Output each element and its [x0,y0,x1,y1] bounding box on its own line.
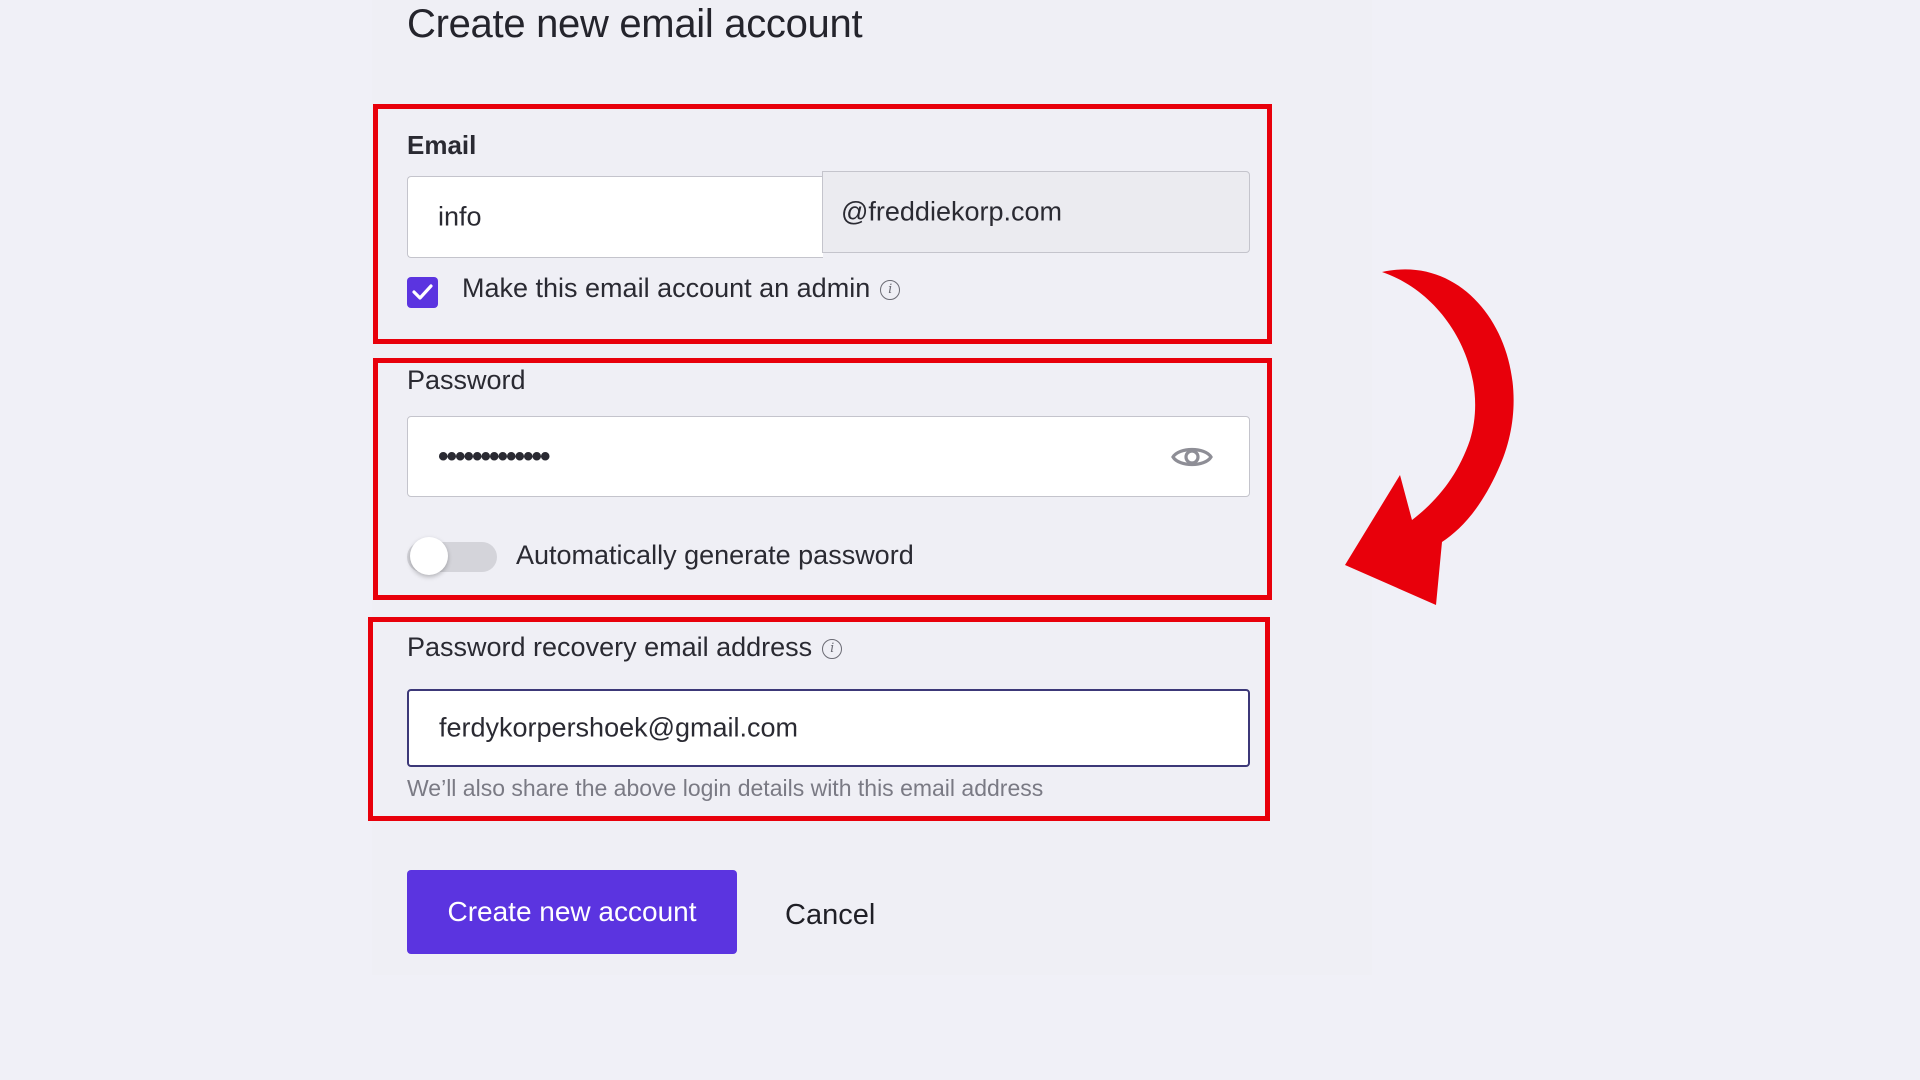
email-domain-value: @freddiekorp.com [841,196,1062,227]
recovery-email-value: ferdykorpershoek@gmail.com [439,712,799,743]
cancel-button[interactable]: Cancel [770,880,890,950]
recovery-label-row: Password recovery email address i [407,632,843,663]
curved-arrow-icon [1345,269,1514,605]
toggle-knob [410,537,448,575]
admin-checkbox-label: Make this email account an admin [462,273,871,303]
email-local-part-value: info [438,201,482,232]
admin-checkbox-label-row: Make this email account an admin i [462,273,901,304]
auto-generate-password-toggle[interactable] [407,537,497,575]
info-icon[interactable]: i [880,279,901,300]
create-account-button[interactable]: Create new account [407,870,737,954]
check-icon [412,284,433,300]
password-masked-value: ••••••••••••• [438,439,551,473]
email-domain-suffix: @freddiekorp.com [822,171,1250,253]
page-title: Create new email account [407,2,863,46]
password-label: Password [407,365,526,395]
eye-icon[interactable] [1171,443,1213,471]
email-label: Email [407,130,477,160]
admin-checkbox[interactable] [407,277,438,308]
recovery-helper-text: We’ll also share the above login details… [407,775,1044,801]
auto-generate-password-label: Automatically generate password [516,540,914,570]
email-local-part-input[interactable]: info [407,176,823,258]
info-icon[interactable]: i [822,638,843,659]
recovery-email-input[interactable]: ferdykorpershoek@gmail.com [407,689,1250,767]
password-input[interactable]: ••••••••••••• [407,416,1250,497]
recovery-label: Password recovery email address [407,632,813,662]
